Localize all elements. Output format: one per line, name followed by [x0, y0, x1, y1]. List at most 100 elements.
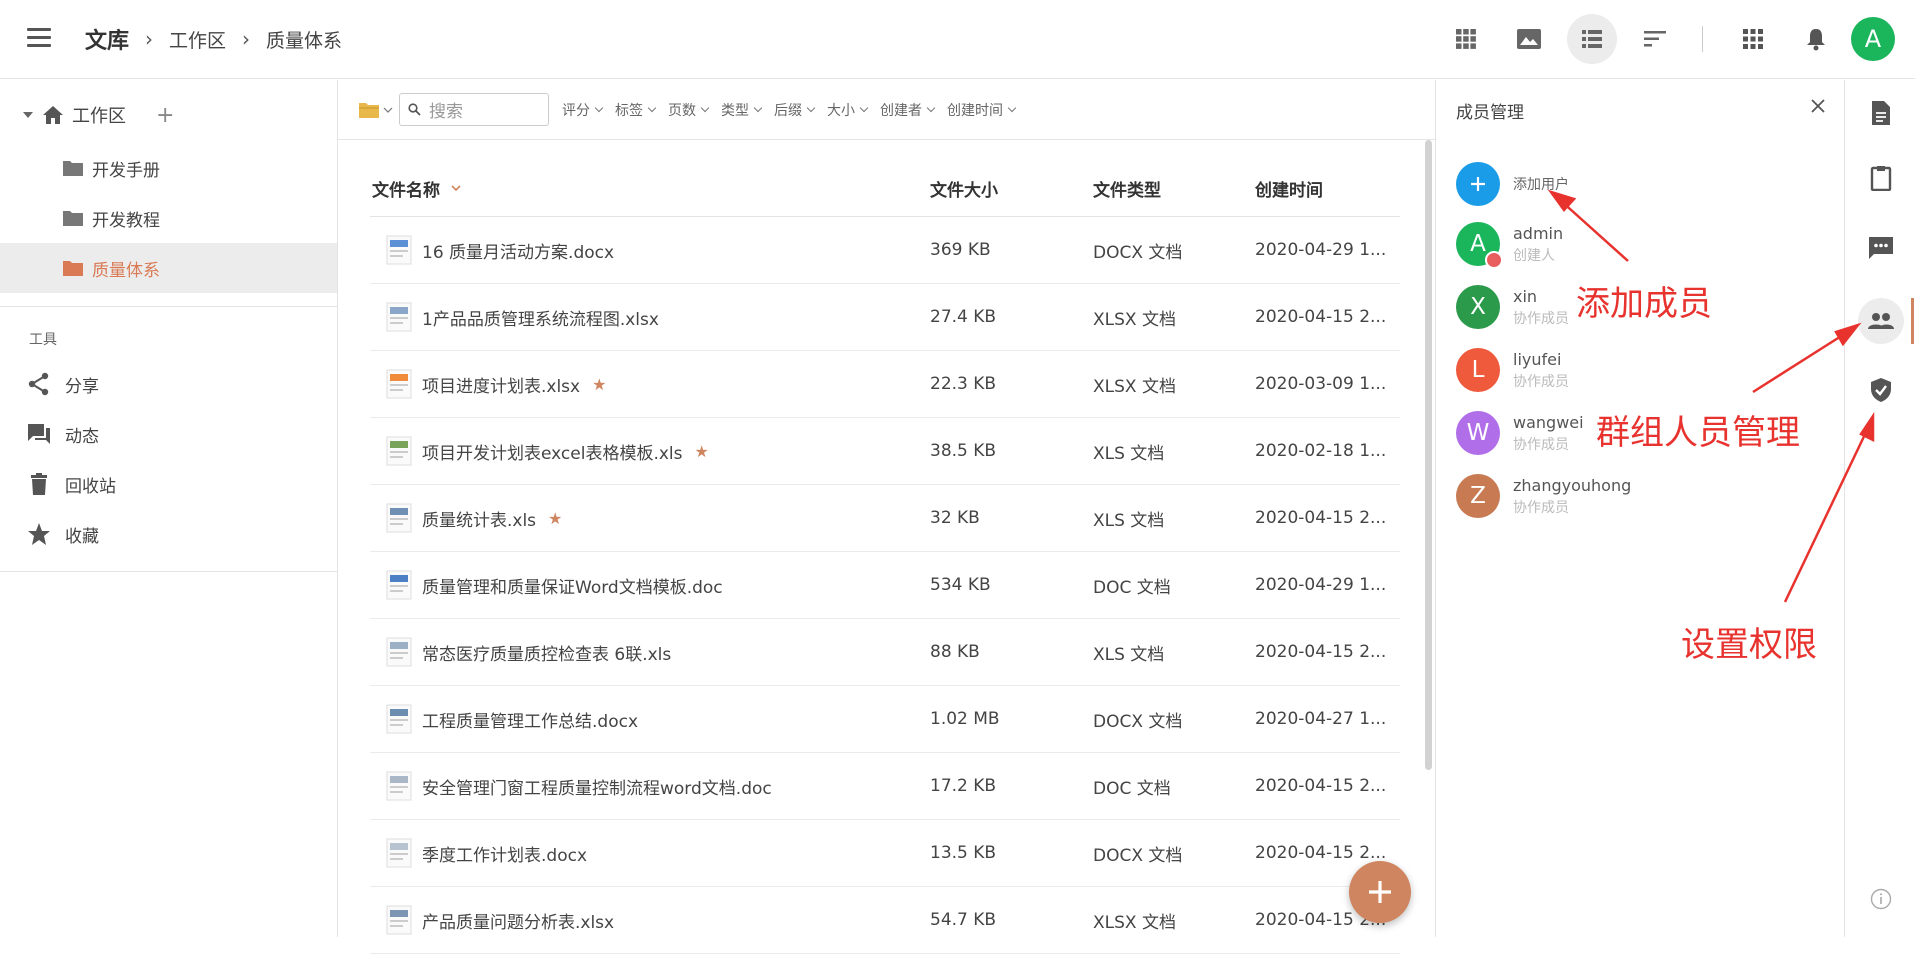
vertical-scrollbar[interactable] [1425, 140, 1432, 770]
filter-pages[interactable]: 页数 [668, 100, 708, 120]
caret-down-icon[interactable] [22, 110, 34, 120]
add-user-label: 添加用户 [1513, 177, 1569, 193]
filter-size[interactable]: 大小 [827, 100, 867, 120]
menu-icon[interactable] [27, 28, 51, 48]
member-avatar: A [1456, 222, 1503, 269]
file-name-cell[interactable]: 16 质量月活动方案.docx [422, 217, 614, 283]
app-title[interactable]: 文库 [85, 23, 129, 55]
file-size-cell: 32 KB [930, 508, 980, 528]
sort-icon[interactable] [1630, 14, 1680, 64]
filter-tags[interactable]: 标签 [615, 100, 655, 120]
folder-item-dev-manual[interactable]: 开发手册 [0, 143, 337, 193]
column-header-type[interactable]: 文件类型 [1093, 160, 1161, 216]
filter-bar: 搜索 评分 标签 页数 类型 后缀 大小 创建者 创建时间 [338, 80, 1435, 140]
tool-activity[interactable]: 动态 [27, 414, 327, 454]
add-file-button[interactable] [1349, 861, 1411, 923]
grid-view-icon[interactable] [1441, 14, 1491, 64]
home-icon [43, 106, 63, 124]
table-row[interactable]: 项目开发计划表excel表格模板.xls ★ 38.5 KB XLS 文档 2020-0… [370, 418, 1400, 485]
annotation-set-permission: 设置权限 [1681, 625, 1817, 665]
file-size-cell: 1.02 MB [930, 709, 1000, 729]
folder-label: 开发手册 [92, 160, 160, 181]
image-view-icon[interactable] [1504, 14, 1554, 64]
info-icon[interactable] [1858, 876, 1904, 922]
close-icon[interactable] [1810, 98, 1826, 118]
member-item[interactable]: Zzhangyouhong 协作成员 [1456, 474, 1631, 518]
tool-share[interactable]: 分享 [27, 364, 327, 404]
star-icon[interactable]: ★ [592, 375, 606, 394]
tool-trash[interactable]: 回收站 [27, 464, 327, 504]
sort-desc-icon[interactable] [450, 184, 462, 192]
table-row[interactable]: 季度工作计划表.docx 13.5 KB DOCX 文档 2020-04-15 2..… [370, 820, 1400, 887]
add-user-button[interactable]: 添加用户 [1456, 162, 1569, 206]
file-size-cell: 369 KB [930, 240, 991, 260]
column-header-size[interactable]: 文件大小 [930, 160, 998, 216]
file-name-cell[interactable]: 项目开发计划表excel表格模板.xls ★ [422, 418, 709, 484]
table-row[interactable]: 常态医疗质量质控检查表 6联.xls 88 KB XLS 文档 2020-04-15 … [370, 619, 1400, 686]
add-folder-icon[interactable]: + [156, 103, 174, 128]
file-name-cell[interactable]: 常态医疗质量质控检查表 6联.xls [422, 619, 671, 685]
star-icon[interactable]: ★ [695, 442, 709, 461]
file-name-cell[interactable]: 季度工作计划表.docx [422, 820, 587, 886]
sidebar-divider [0, 306, 337, 307]
folder-item-dev-tutorial[interactable]: 开发教程 [0, 193, 337, 243]
member-item[interactable]: Aadmin 创建人 [1456, 222, 1563, 269]
member-role: 协作成员 [1513, 373, 1569, 390]
document-info-icon[interactable] [1858, 90, 1904, 136]
star-icon[interactable]: ★ [548, 509, 562, 528]
shield-permission-icon[interactable] [1858, 367, 1904, 413]
table-row[interactable]: 产品质量问题分析表.xlsx 54.7 KB XLSX 文档 2020-04-15 2… [370, 887, 1400, 954]
file-thumbnail-icon [386, 619, 412, 685]
filter-suffix[interactable]: 后缀 [774, 100, 814, 120]
group-members-icon[interactable] [1858, 298, 1904, 344]
member-item[interactable]: Lliyufei 协作成员 [1456, 348, 1569, 392]
member-role: 创建人 [1513, 247, 1555, 264]
file-name-cell[interactable]: 项目进度计划表.xlsx ★ [422, 351, 606, 417]
file-thumbnail-icon [386, 552, 412, 618]
file-type-cell: XLS 文档 [1093, 443, 1165, 464]
file-name-cell[interactable]: 产品质量问题分析表.xlsx [422, 887, 614, 953]
table-row[interactable]: 工程质量管理工作总结.docx 1.02 MB DOCX 文档 2020-04-27 … [370, 686, 1400, 753]
clipboard-icon[interactable] [1858, 155, 1904, 201]
file-name-cell[interactable]: 1产品品质管理系统流程图.xlsx [422, 284, 659, 350]
file-thumbnail-icon [386, 686, 412, 752]
column-header-name[interactable]: 文件名称 [372, 160, 462, 216]
apps-icon[interactable] [1728, 14, 1778, 64]
list-view-icon[interactable] [1567, 14, 1617, 64]
search-input[interactable]: 搜索 [399, 93, 549, 126]
filter-type[interactable]: 类型 [721, 100, 761, 120]
user-avatar[interactable]: A [1851, 17, 1895, 61]
folder-filter-dropdown[interactable] [358, 101, 393, 119]
column-header-created[interactable]: 创建时间 [1255, 160, 1323, 216]
table-row[interactable]: 16 质量月活动方案.docx 369 KB DOCX 文档 2020-04-29 1… [370, 217, 1400, 284]
file-name-cell[interactable]: 质量统计表.xls ★ [422, 485, 562, 551]
tool-label: 动态 [65, 426, 99, 447]
table-row[interactable]: 安全管理门窗工程质量控制流程word文档.doc 17.2 KB DOC 文档 202… [370, 753, 1400, 820]
table-row[interactable]: 项目进度计划表.xlsx ★ 22.3 KB XLSX 文档 2020-03-09 1.… [370, 351, 1400, 418]
bell-icon[interactable] [1791, 14, 1841, 64]
chevron-right-icon: › [145, 27, 154, 51]
chevron-down-icon [383, 107, 393, 113]
breadcrumb-workspace[interactable]: 工作区 [169, 26, 226, 53]
filter-created-time[interactable]: 创建时间 [947, 100, 1015, 120]
file-name: 工程质量管理工作总结.docx [422, 711, 639, 732]
file-name-cell[interactable]: 工程质量管理工作总结.docx [422, 686, 638, 752]
tool-favorites[interactable]: 收藏 [27, 514, 327, 554]
file-thumbnail-icon [386, 418, 412, 484]
table-row[interactable]: 1产品品质管理系统流程图.xlsx 27.4 KB XLSX 文档 2020-04-1… [370, 284, 1400, 351]
plus-icon [1456, 162, 1500, 206]
filter-rating[interactable]: 评分 [562, 100, 602, 120]
member-item[interactable]: Xxin 协作成员 [1456, 285, 1569, 329]
workspace-header[interactable]: 工作区 + [22, 102, 174, 128]
file-name-cell[interactable]: 质量管理和质量保证Word文档模板.doc [422, 552, 723, 618]
table-row[interactable]: 质量管理和质量保证Word文档模板.doc 534 KB DOC 文档 2020-04… [370, 552, 1400, 619]
file-type-cell: DOCX 文档 [1093, 711, 1183, 732]
table-row[interactable]: 质量统计表.xls ★ 32 KB XLS 文档 2020-04-15 2... [370, 485, 1400, 552]
filter-creator[interactable]: 创建者 [880, 100, 934, 120]
sidebar-divider [0, 571, 337, 572]
file-name-cell[interactable]: 安全管理门窗工程质量控制流程word文档.doc [422, 753, 772, 819]
member-item[interactable]: Wwangwei 协作成员 [1456, 411, 1584, 455]
file-type-cell: DOCX 文档 [1093, 845, 1183, 866]
comment-icon[interactable] [1858, 225, 1904, 271]
folder-item-quality-system[interactable]: 质量体系 [0, 243, 337, 293]
